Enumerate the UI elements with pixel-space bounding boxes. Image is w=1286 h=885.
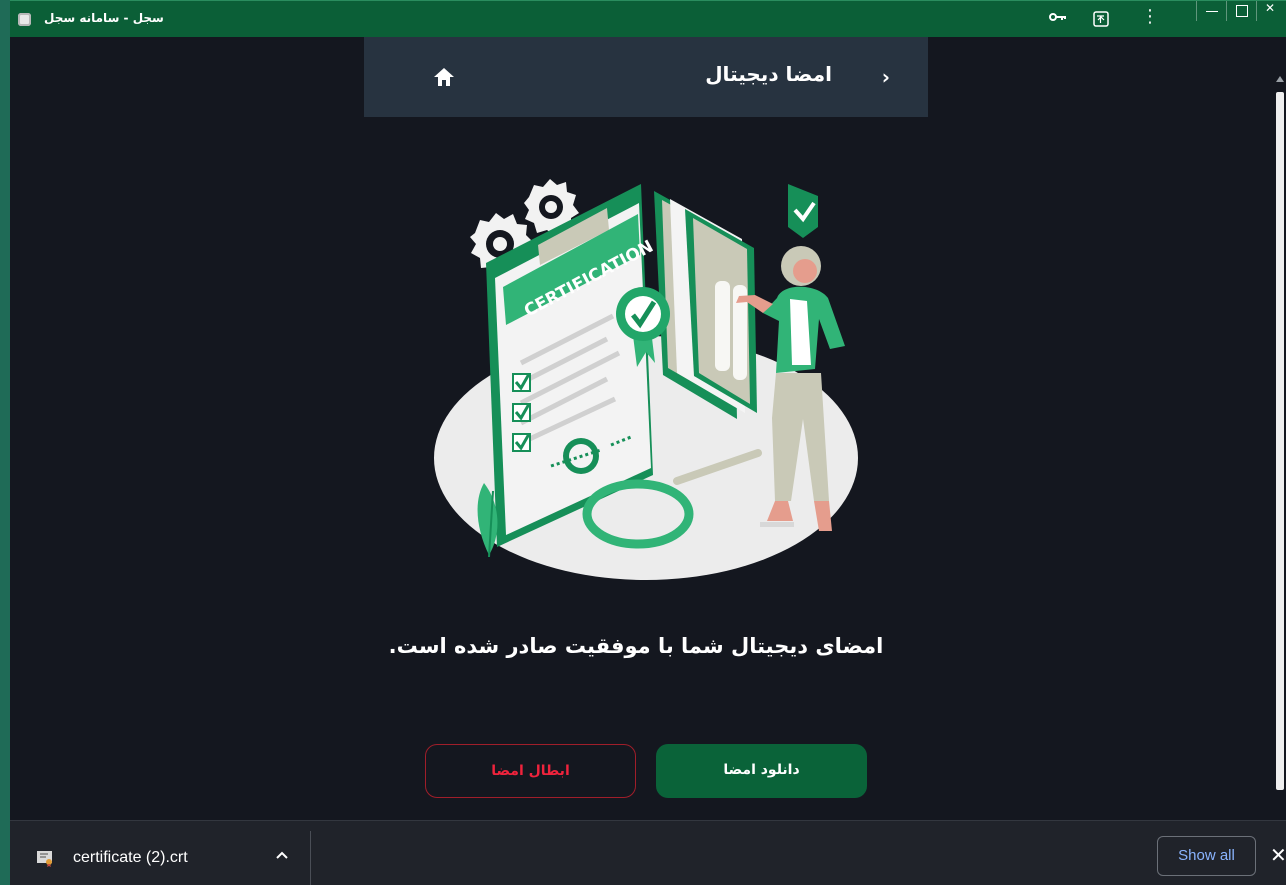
success-message: امضای دیجیتال شما با موفقیت صادر شده است… xyxy=(388,634,884,658)
close-icon[interactable]: ✕ xyxy=(1270,845,1286,865)
key-icon[interactable] xyxy=(1049,11,1067,23)
minimize-button[interactable] xyxy=(1196,1,1226,21)
window-title: سجل - سامانه سجل xyxy=(44,11,164,25)
show-all-downloads-button[interactable]: Show all xyxy=(1157,836,1256,876)
download-divider xyxy=(310,831,311,885)
menu-icon[interactable]: ⋮ xyxy=(1141,8,1159,26)
page-title: امضا دیجیتال xyxy=(705,62,832,86)
revoke-signature-button[interactable]: ابطال امضا xyxy=(425,744,636,798)
download-signature-button[interactable]: دانلود امضا xyxy=(656,744,867,798)
page-header: امضا دیجیتال › xyxy=(364,37,928,117)
certificate-file-icon xyxy=(37,851,52,867)
home-icon[interactable] xyxy=(432,66,456,88)
downloads-bar: certificate (2).crt Show all ✕ xyxy=(10,820,1286,885)
window-controls xyxy=(1196,1,1286,21)
scrollbar-thumb[interactable] xyxy=(1276,92,1284,790)
window-titlebar[interactable]: سجل - سامانه سجل ⋮ xyxy=(10,0,1286,37)
download-file-name[interactable]: certificate (2).crt xyxy=(73,849,188,867)
browser-window: سجل - سامانه سجل ⋮ امضا دیجیتال › xyxy=(10,0,1286,885)
certification-illustration: CERTIFICATION xyxy=(434,179,858,580)
vertical-scrollbar[interactable] xyxy=(1274,37,1286,820)
maximize-button[interactable] xyxy=(1226,1,1256,21)
scroll-up-icon[interactable] xyxy=(1276,76,1284,82)
chevron-right-icon[interactable]: › xyxy=(882,65,890,89)
chevron-up-icon[interactable] xyxy=(274,849,290,861)
app-icon xyxy=(18,13,31,26)
translate-icon[interactable] xyxy=(1093,11,1109,27)
window-close-button[interactable] xyxy=(1256,1,1286,21)
